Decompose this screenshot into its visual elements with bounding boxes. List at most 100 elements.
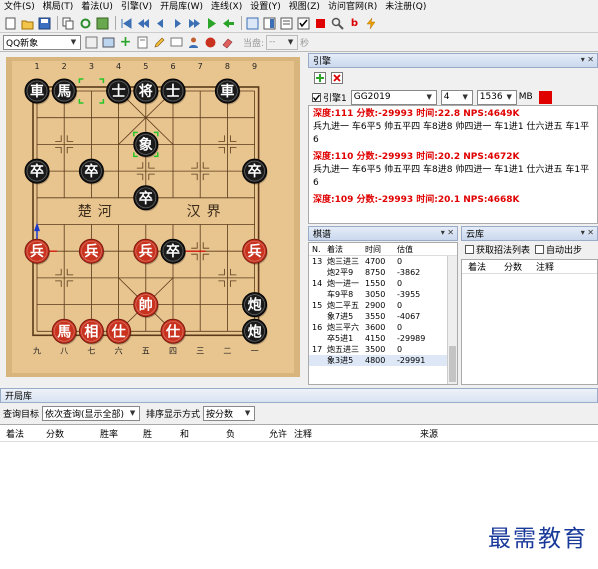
notation-row[interactable]: 象7进5 3550 -4067 [309, 311, 457, 322]
save-icon[interactable] [37, 16, 52, 31]
engine-checkbox[interactable] [312, 92, 321, 102]
comment-icon[interactable] [169, 35, 184, 50]
chess-icon[interactable] [203, 35, 218, 50]
sort-select[interactable]: 按分数 ▼ [203, 405, 256, 421]
engine-name-select[interactable]: GG2019 ▼ [350, 89, 437, 105]
refresh-icon[interactable] [78, 16, 93, 31]
op-col-source: 来源 [420, 429, 439, 440]
lightning-icon[interactable] [364, 16, 379, 31]
menu-item[interactable]: 视图(Z) [285, 0, 324, 14]
b-icon[interactable]: b [347, 16, 362, 31]
sort-value: 按分数 [206, 409, 234, 420]
next-fast-icon[interactable] [187, 16, 202, 31]
auto-move-checkbox[interactable] [535, 245, 545, 254]
notation-cell-n [309, 333, 327, 344]
piece-label: 兵 [84, 243, 98, 260]
menu-item[interactable]: 设置(Y) [246, 0, 285, 14]
cloud-header: 着法 分数 注释 [462, 260, 597, 274]
notation-cell-time: 3050 [365, 290, 386, 299]
prev-move-icon[interactable] [153, 16, 168, 31]
xiangqi-board[interactable]: 楚河 汉界1 2 3 4 5 6 7 8 9九八七六五四三二一車馬士将士車象卒卒卒卒兵兵兵卒兵炮帥… [0, 53, 306, 385]
check-icon[interactable] [296, 16, 311, 31]
pin-icon[interactable]: ▾ ✕ [441, 228, 454, 237]
note-icon[interactable] [135, 35, 150, 50]
col-time: 时间 [365, 245, 381, 254]
menu-item[interactable]: 引擎(V) [117, 0, 156, 14]
eraser-icon[interactable] [220, 35, 235, 50]
layout1-icon[interactable] [245, 16, 260, 31]
back-arrow-icon[interactable] [221, 16, 236, 31]
add-engine-icon[interactable] [312, 71, 327, 86]
threads-select[interactable]: 4 ▼ [440, 89, 473, 105]
notation-cell-n [309, 311, 327, 322]
piece-label: 仕 [165, 323, 180, 340]
remove-engine-icon[interactable] [329, 71, 344, 86]
notation-row[interactable]: 象3进5 4800 -29991 [309, 355, 457, 366]
red-square-icon[interactable] [313, 16, 328, 31]
notation-cell-eval: 0 [397, 345, 403, 354]
query-value: 依次查询(显示全部) [45, 409, 125, 420]
piece-label: 卒 [248, 163, 262, 180]
first-move-icon[interactable] [119, 16, 134, 31]
notation-row[interactable]: 15 炮二平五 2900 0 [309, 300, 457, 311]
hash-select[interactable]: 1536 ▼ [476, 89, 517, 105]
search-icon[interactable] [330, 16, 345, 31]
file-number-top: 3 [89, 62, 94, 71]
notation-cell-move: 象7进5 [327, 312, 354, 321]
notation-row[interactable]: 卒5进1 4150 -29989 [309, 333, 457, 344]
notation-row[interactable]: 炮2平9 8750 -3862 [309, 267, 457, 278]
layout2-icon[interactable] [262, 16, 277, 31]
pin-icon[interactable]: ▾ ✕ [581, 228, 594, 237]
openings-panel-title: 开局库 [0, 388, 598, 403]
engine-controls: 引擎1 GG2019 ▼ 4 ▼ 1536 ▼ MB [308, 68, 598, 105]
notation-cell-eval: 0 [397, 323, 403, 332]
file-number-bottom: 二 [223, 346, 231, 355]
copy-icon[interactable] [61, 16, 76, 31]
open-icon[interactable] [20, 16, 35, 31]
add-icon[interactable]: + [118, 34, 133, 50]
chevron-down-icon: ▼ [70, 38, 77, 46]
piece-label: 馬 [57, 84, 71, 100]
menu-item[interactable]: 文件(S) [0, 0, 39, 14]
menu-item[interactable]: 连线(X) [207, 0, 246, 14]
query-select[interactable]: 依次查询(显示全部) ▼ [42, 405, 141, 421]
chevron-down-icon: ▼ [287, 38, 294, 46]
play-icon[interactable] [204, 16, 219, 31]
op-col-win: 胜 [143, 429, 153, 440]
notation-cell-eval: -3862 [397, 268, 421, 277]
notation-row[interactable]: 16 炮三平六 3600 0 [309, 322, 457, 333]
notation-row[interactable]: 17 炮五进三 3500 0 [309, 344, 457, 355]
pin-icon[interactable]: ▾ ✕ [581, 55, 594, 64]
image-icon[interactable] [101, 35, 116, 50]
menu-item[interactable]: 棋局(T) [39, 0, 78, 14]
menu-item[interactable]: 着法(U) [77, 0, 117, 14]
notation-cell-eval: 0 [397, 257, 403, 266]
pencil-icon[interactable] [152, 35, 167, 50]
user-icon[interactable] [186, 35, 201, 50]
prev-fast-icon[interactable] [136, 16, 151, 31]
op-col-loss: 负 [226, 429, 236, 440]
menu-item[interactable]: 未注册(Q) [381, 0, 430, 14]
openings-header: 着法 分数 胜率 胜 和 负 允许 注释 来源 [0, 425, 598, 442]
notation-row[interactable]: 14 炮一进一 1550 0 [309, 278, 457, 289]
cloud-col-move: 着法 [468, 263, 487, 273]
new-icon[interactable] [3, 16, 18, 31]
notation-cell-time: 3550 [365, 312, 386, 321]
get-moves-checkbox[interactable] [465, 245, 474, 254]
engine-color-swatch[interactable] [538, 90, 552, 104]
notation-row[interactable]: 车9平8 3050 -3955 [309, 289, 457, 300]
engine-output: 深度:111 分数:-29993 时间:22.8 NPS:4649K 兵九进一 … [308, 105, 598, 224]
current-select[interactable]: -- ▼ [266, 34, 299, 50]
mode-select[interactable]: QQ新象 ▼ [3, 34, 81, 50]
notation-row[interactable]: 13 炮三进三 4700 0 [309, 256, 457, 267]
menu-item[interactable]: 访问官网(R) [324, 0, 381, 14]
engine-line-header: 深度:111 分数:-29993 时间:22.8 NPS:4649K [313, 109, 520, 119]
notation-scrollbar[interactable] [447, 256, 457, 384]
layout3-icon[interactable] [279, 16, 294, 31]
flip-board-icon[interactable] [95, 16, 110, 31]
notation-cell-eval: -3955 [397, 290, 421, 299]
next-move-icon[interactable] [170, 16, 185, 31]
menu-item[interactable]: 开局库(W) [156, 0, 207, 14]
edit-icon[interactable] [84, 35, 99, 50]
piece-label: 将 [139, 83, 153, 100]
